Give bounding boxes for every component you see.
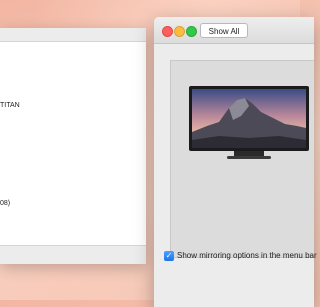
close-window-button[interactable]: [162, 26, 173, 37]
show-all-button[interactable]: Show All: [200, 23, 248, 38]
background-window-titlebar: [0, 28, 146, 42]
background-window: TITAN 08): [0, 28, 146, 264]
display-monitor-icon[interactable]: [189, 86, 309, 160]
minimize-window-button[interactable]: [174, 26, 185, 37]
mirroring-checkbox[interactable]: ✓: [164, 251, 174, 261]
monitor-icon: [189, 86, 309, 159]
mirroring-checkbox-label: Show mirroring options in the menu bar: [177, 251, 317, 260]
arrangement-panel: [170, 60, 314, 258]
displays-preferences-window: Show All ✓ Show mirroring options in the…: [154, 17, 317, 307]
zoom-window-button[interactable]: [186, 26, 197, 37]
background-window-statusbar: [0, 245, 146, 264]
window-titlebar: Show All: [154, 17, 314, 44]
background-window-content: TITAN 08): [0, 42, 146, 246]
info-text-line: TITAN: [0, 102, 20, 109]
mirroring-option-row[interactable]: ✓ Show mirroring options in the menu bar: [164, 250, 320, 264]
info-text-line: 08): [0, 200, 11, 207]
